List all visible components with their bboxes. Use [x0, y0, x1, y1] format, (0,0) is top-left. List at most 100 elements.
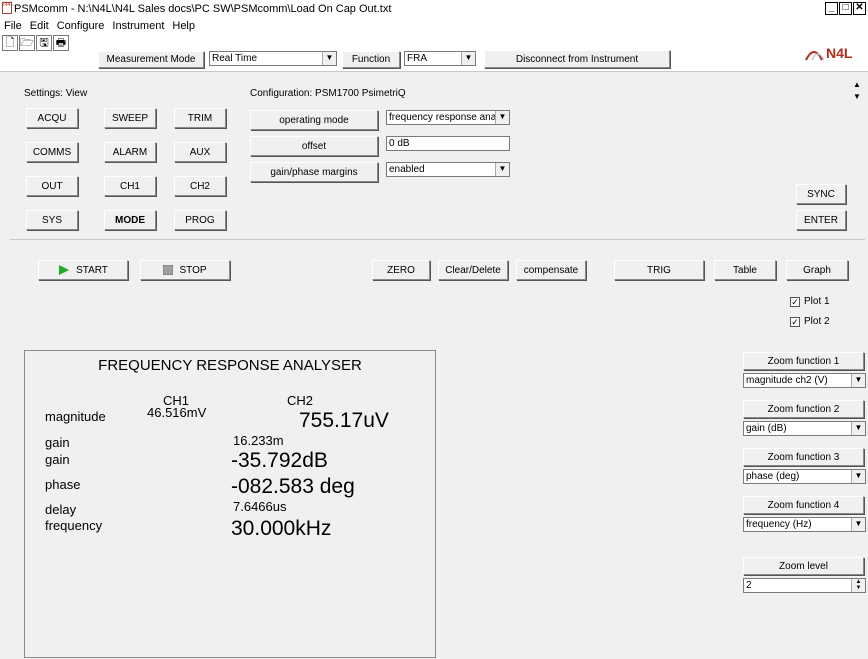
- window-controls: _ □ ✕: [825, 2, 866, 15]
- start-button[interactable]: START: [38, 260, 128, 280]
- phase-value: -082.583 deg: [231, 475, 355, 498]
- menu-help[interactable]: Help: [172, 18, 195, 34]
- zoom-function-2-value: gain (dB): [746, 423, 787, 434]
- start-label: START: [76, 264, 108, 276]
- measurement-mode-button[interactable]: Measurement Mode: [98, 51, 204, 68]
- zoom-function-1-button[interactable]: Zoom function 1: [743, 352, 864, 370]
- table-button[interactable]: Table: [714, 260, 776, 280]
- stop-icon: [163, 265, 174, 275]
- clear-delete-button[interactable]: Clear/Delete: [438, 260, 508, 280]
- delay-label: delay: [45, 502, 77, 517]
- operating-mode-button[interactable]: operating mode: [250, 110, 378, 130]
- zoom-function-4-button[interactable]: Zoom function 4: [743, 496, 864, 514]
- control-panel: START STOP ZERO Clear/Delete compensate …: [10, 246, 865, 340]
- sys-button[interactable]: SYS: [26, 210, 78, 230]
- zoom-function-2-button[interactable]: Zoom function 2: [743, 400, 864, 418]
- operating-mode-select[interactable]: frequency response analy ▼: [386, 110, 510, 125]
- measurement-mode-value: Real Time: [212, 53, 258, 64]
- zoom-function-2-select[interactable]: gain (dB) ▼: [743, 421, 866, 436]
- check-icon[interactable]: ✓: [790, 316, 800, 327]
- chevron-down-icon[interactable]: ▼: [851, 518, 865, 531]
- delay-value: 7.6466us: [233, 499, 287, 514]
- offset-input[interactable]: 0 dB: [386, 136, 510, 151]
- stop-button[interactable]: STOP: [140, 260, 230, 280]
- menu-instrument[interactable]: Instrument: [112, 18, 164, 34]
- plot2-checkbox[interactable]: ✓ Plot 2: [790, 316, 830, 327]
- sweep-button[interactable]: SWEEP: [104, 108, 156, 128]
- new-file-icon[interactable]: 🗋: [2, 35, 18, 51]
- save-icon[interactable]: 🖫: [36, 35, 52, 51]
- gain-phase-margins-value: enabled: [389, 164, 425, 175]
- scroll-up-icon[interactable]: ▲: [851, 80, 863, 89]
- spin-arrows-icon[interactable]: ▲ ▼: [851, 579, 865, 592]
- operating-mode-value: frequency response analy: [389, 112, 504, 123]
- chevron-down-icon[interactable]: ▼: [851, 470, 865, 483]
- minimize-button[interactable]: _: [825, 2, 838, 15]
- acqu-button[interactable]: ACQU: [26, 108, 78, 128]
- aux-button[interactable]: AUX: [174, 142, 226, 162]
- compensate-button[interactable]: compensate: [516, 260, 586, 280]
- gain-phase-margins-button[interactable]: gain/phase margins: [250, 162, 378, 182]
- trim-button[interactable]: TRIM: [174, 108, 226, 128]
- toolbar: 🗋 🗁 🖫 🖶 Measurement Mode Real Time ▼ Fun…: [0, 34, 868, 72]
- plot1-checkbox[interactable]: ✓ Plot 1: [790, 296, 830, 307]
- measurement-mode-select[interactable]: Real Time ▼: [209, 51, 337, 66]
- stop-label: STOP: [179, 264, 207, 276]
- open-folder-icon[interactable]: 🗁: [19, 35, 35, 51]
- chevron-down-icon[interactable]: ▼: [495, 163, 509, 176]
- zoom-function-1-select[interactable]: magnitude ch2 (V) ▼: [743, 373, 866, 388]
- magnitude-ch2-value: 755.17uV: [299, 409, 389, 432]
- zoom-level-button[interactable]: Zoom level: [743, 557, 864, 575]
- menu-file[interactable]: File: [4, 18, 22, 34]
- mode-button[interactable]: MODE: [104, 210, 156, 230]
- chevron-down-icon[interactable]: ▼: [851, 374, 865, 387]
- play-icon: [59, 265, 70, 275]
- ch1-button[interactable]: CH1: [104, 176, 156, 196]
- sync-button[interactable]: SYNC: [796, 184, 846, 204]
- zoom-function-3-select[interactable]: phase (deg) ▼: [743, 469, 866, 484]
- zoom-level-stepper[interactable]: 2 ▲ ▼: [743, 578, 866, 593]
- frequency-value: 30.000kHz: [231, 517, 332, 540]
- chevron-down-icon[interactable]: ▼: [851, 422, 865, 435]
- gain-phase-margins-select[interactable]: enabled ▼: [386, 162, 510, 177]
- close-button[interactable]: ✕: [853, 2, 866, 15]
- check-icon[interactable]: ✓: [790, 296, 800, 307]
- function-select[interactable]: FRA ▼: [404, 51, 476, 66]
- menu-edit[interactable]: Edit: [30, 18, 49, 34]
- graph-button[interactable]: Graph: [786, 260, 848, 280]
- function-value: FRA: [407, 53, 427, 64]
- out-button[interactable]: OUT: [26, 176, 78, 196]
- magnitude-label: magnitude: [45, 409, 106, 424]
- zoom-function-3-button[interactable]: Zoom function 3: [743, 448, 864, 466]
- frequency-label: frequency: [45, 518, 103, 533]
- n4l-logo: N4L: [804, 42, 858, 64]
- fra-display: FREQUENCY RESPONSE ANALYSER CH1 CH2 magn…: [24, 350, 436, 658]
- gain-ratio-value: 16.233m: [233, 433, 284, 448]
- maximize-button[interactable]: □: [839, 2, 852, 15]
- gain-db-label: gain: [45, 452, 70, 467]
- zoom-function-4-select[interactable]: frequency (Hz) ▼: [743, 517, 866, 532]
- print-icon[interactable]: 🖶: [53, 35, 69, 51]
- function-button[interactable]: Function: [342, 51, 400, 68]
- scroll-down-icon[interactable]: ▼: [851, 92, 863, 101]
- chevron-down-icon[interactable]: ▼: [495, 111, 509, 124]
- logo-text: N4L: [826, 45, 853, 61]
- magnitude-ch1-value: 46.516mV: [147, 405, 207, 420]
- enter-button[interactable]: ENTER: [796, 210, 846, 230]
- disconnect-button[interactable]: Disconnect from Instrument: [484, 50, 670, 68]
- zoom-function-1-value: magnitude ch2 (V): [746, 375, 828, 386]
- zoom-level-value: 2: [746, 580, 752, 591]
- zero-button[interactable]: ZERO: [372, 260, 430, 280]
- ch2-button[interactable]: CH2: [174, 176, 226, 196]
- chevron-down-icon[interactable]: ▼: [461, 52, 475, 65]
- menu-configure[interactable]: Configure: [57, 18, 105, 34]
- alarm-button[interactable]: ALARM: [104, 142, 156, 162]
- comms-button[interactable]: COMMS: [26, 142, 78, 162]
- prog-button[interactable]: PROG: [174, 210, 226, 230]
- zoom-function-3-value: phase (deg): [746, 471, 800, 482]
- gain-db-value: -35.792dB: [231, 449, 328, 472]
- trig-button[interactable]: TRIG: [614, 260, 704, 280]
- zoom-function-4-value: frequency (Hz): [746, 519, 812, 530]
- offset-button[interactable]: offset: [250, 136, 378, 156]
- chevron-down-icon[interactable]: ▼: [322, 52, 336, 65]
